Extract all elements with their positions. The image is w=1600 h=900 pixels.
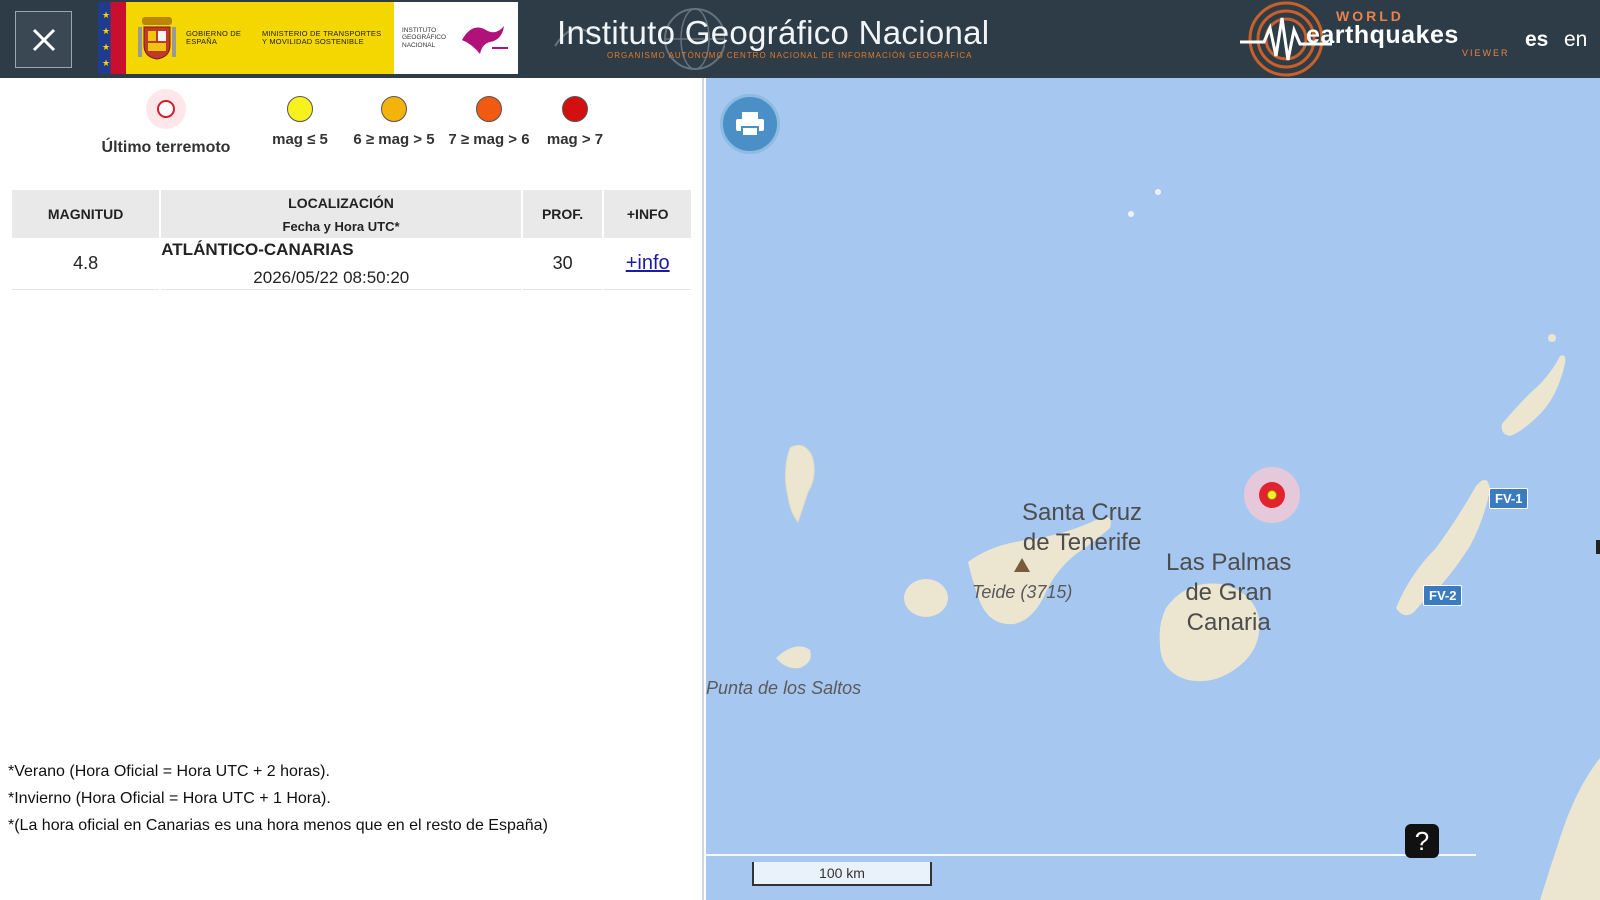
close-button[interactable] [15, 11, 72, 68]
cell-location: ATLÁNTICO-CANARIAS 2026/05/22 08:50:20 [161, 238, 521, 290]
legend-label: 6 ≥ mag > 5 [353, 131, 435, 148]
map-label-teide: Teide (3715) [972, 582, 1073, 602]
location-header-label: LOCALIZACIÓN [288, 194, 394, 211]
map-label-punta-de-los-saltos: Punta de los Saltos [706, 678, 862, 698]
eu-spain-flag: ★ ★ ★ ★ [98, 2, 126, 74]
road-shield-fv1: FV-1 [1489, 488, 1529, 509]
legend-item-mag-6-7: 7 ≥ mag > 6 [445, 96, 533, 148]
column-header-depth: PROF. [522, 190, 603, 238]
legend-label: mag ≤ 5 [272, 131, 328, 148]
yellow-dot-icon [287, 96, 313, 122]
orange-dot-icon [381, 96, 407, 122]
ign-title: Instituto Geográfico Nacional [557, 14, 990, 51]
cell-magnitude: 4.8 [12, 238, 160, 290]
note-summer: *Verano (Hora Oficial = Hora UTC + 2 hor… [8, 763, 330, 780]
legend-item-mag-5-6: 6 ≥ mag > 5 [349, 96, 439, 148]
top-header: ★ ★ ★ ★ Gobierno de España Ministerio de Tr… [0, 0, 1600, 78]
earthquake-marker-icon [1259, 482, 1285, 508]
earthquake-marker[interactable] [1244, 467, 1300, 523]
column-header-info: +INFO [604, 190, 691, 238]
map-view[interactable]: Santa Cruz de Tenerife Las Palmas de Gra… [706, 78, 1600, 900]
ministry-text: Ministerio de Transportes y Movilidad So… [262, 28, 382, 46]
ign-logo-icon [462, 26, 508, 54]
earthquake-list-panel: Último terremoto mag ≤ 5 6 ≥ mag > 5 7 ≥… [0, 78, 704, 900]
table-header-row: MAGNITUD LOCALIZACIÓN Fecha y Hora UTC* … [12, 190, 691, 238]
government-text: Gobierno de España [186, 28, 242, 46]
ign-logo-block: Instituto Geográfico Nacional [394, 2, 518, 74]
map-scale-bar: 100 km [752, 862, 932, 886]
print-button[interactable] [720, 94, 780, 154]
legend-last-earthquake: Último terremoto [96, 89, 236, 157]
map-label-line: Las Palmas [1166, 549, 1292, 576]
timezone-notes: *Verano (Hora Oficial = Hora UTC + 2 hor… [8, 758, 548, 839]
red-dot-icon [562, 96, 588, 122]
map-label-line: Canaria [1186, 609, 1271, 636]
map-edge-mark [1596, 540, 1600, 554]
print-icon [736, 112, 764, 137]
map-label-line: Santa Cruz [1022, 499, 1143, 526]
weq-viewer-text: VIEWER [1462, 48, 1510, 58]
map-label-line: de Gran [1185, 579, 1273, 606]
legend-item-mag-le-5: mag ≤ 5 [272, 96, 328, 148]
event-datetime: 2026/05/22 08:50:20 [253, 268, 410, 287]
world-earthquakes-logo: WORLD earthquakes VIEWER [1240, 0, 1508, 78]
legend-label: 7 ≥ mag > 6 [448, 131, 530, 148]
close-icon [32, 28, 55, 51]
government-logo-block: Gobierno de España Ministerio de Transpo… [126, 2, 394, 74]
canary-islands-map [776, 189, 1600, 900]
coat-of-arms-icon [138, 17, 176, 60]
ign-subtitle: Organismo Autónomo Centro Nacional de In… [607, 51, 973, 60]
help-button[interactable]: ? [1405, 824, 1439, 858]
legend-label: mag > 7 [546, 131, 604, 148]
magnitude-legend: Último terremoto mag ≤ 5 6 ≥ mag > 5 7 ≥… [0, 89, 704, 166]
weq-name-text: earthquakes [1306, 21, 1459, 49]
dark-orange-dot-icon [476, 96, 502, 122]
map-label-las-palmas-de-gran-canaria: Las Palmas de Gran Canaria [1166, 548, 1291, 638]
legend-item-mag-gt-7: mag > 7 [544, 96, 606, 148]
legend-last-label: Último terremoto [101, 139, 231, 156]
language-es-link[interactable]: es [1525, 28, 1548, 52]
cell-depth: 30 [522, 238, 603, 290]
last-earthquake-icon [146, 89, 186, 129]
ign-small-text: Instituto Geográfico Nacional [402, 26, 447, 49]
road-shield-fv2: FV-2 [1423, 585, 1463, 606]
government-banner: ★ ★ ★ ★ Gobierno de España Ministerio de Tr… [98, 2, 518, 74]
column-header-location: LOCALIZACIÓN Fecha y Hora UTC* [161, 190, 521, 238]
earthquake-table: MAGNITUD LOCALIZACIÓN Fecha y Hora UTC* … [10, 190, 693, 290]
language-en-link[interactable]: en [1564, 28, 1587, 52]
column-header-magnitude: MAGNITUD [12, 190, 160, 238]
note-canarias: *(La hora oficial en Canarias es una hor… [8, 817, 548, 834]
note-winter: *Invierno (Hora Oficial = Hora UTC + 1 H… [8, 790, 331, 807]
ign-title-block: Instituto Geográfico Nacional Organismo … [545, 8, 1015, 70]
table-row[interactable]: 4.8 ATLÁNTICO-CANARIAS 2026/05/22 08:50:… [12, 238, 691, 290]
map-attribution-line [706, 854, 1476, 856]
map-label-santa-cruz-de-tenerife: Santa Cruz de Tenerife [1022, 498, 1142, 558]
map-label-line: de Tenerife [1022, 529, 1142, 556]
cell-info: +info [604, 238, 691, 290]
location-name: ATLÁNTICO-CANARIAS [161, 240, 354, 259]
more-info-link[interactable]: +info [626, 252, 670, 274]
datetime-header-label: Fecha y Hora UTC* [282, 218, 400, 234]
